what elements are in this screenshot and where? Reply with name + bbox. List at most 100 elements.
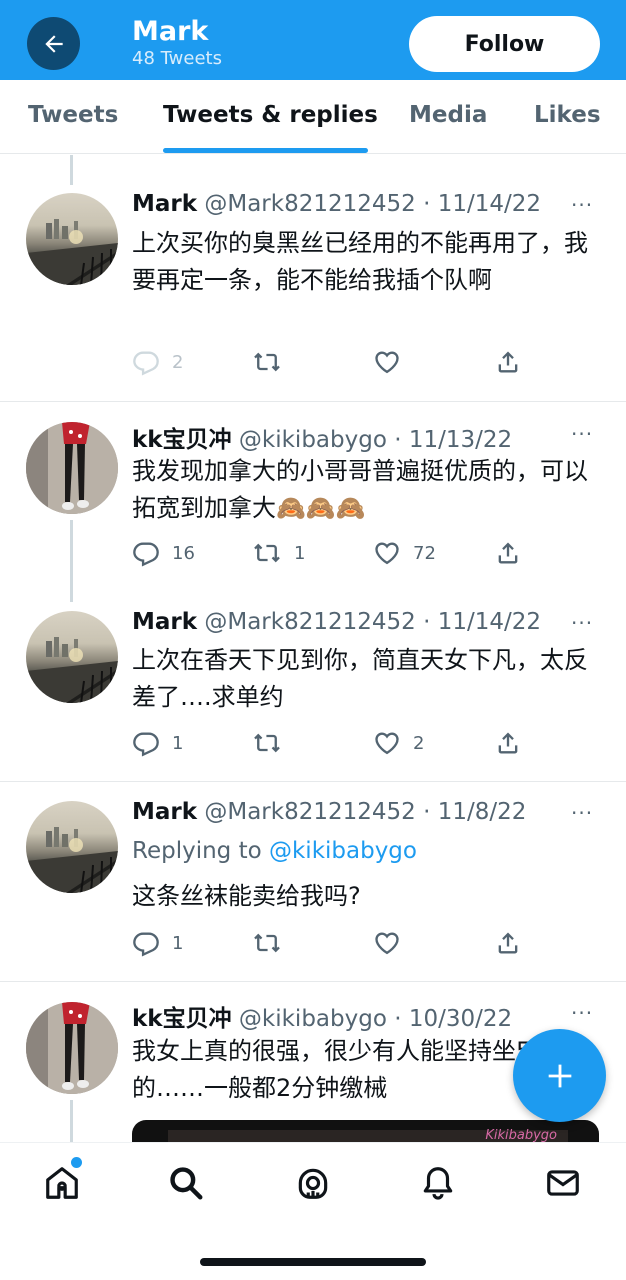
profile-header: Mark 48 Tweets Follow [0, 0, 626, 80]
avatar[interactable] [26, 193, 118, 285]
avatar[interactable] [26, 801, 118, 893]
tab-media[interactable]: Media [409, 102, 487, 128]
like-button[interactable] [373, 348, 401, 376]
retweet-button[interactable] [252, 729, 282, 757]
tweet[interactable]: Mark @Mark821212452 · 11/8/22 ··· Replyi… [0, 782, 626, 982]
like-count: 2 [413, 732, 425, 754]
retweet-icon [254, 733, 280, 753]
tweet-author-name[interactable]: kk宝贝冲 [132, 1006, 232, 1032]
nav-notifications[interactable] [416, 1161, 460, 1205]
tweet-count: 48 Tweets [132, 48, 222, 69]
tweet-text: 这条丝袜能卖给我吗? [132, 882, 361, 910]
tweet[interactable]: kk宝贝冲 @kikibabygo · 11/13/22 ··· 我发现加拿大的… [0, 402, 626, 602]
more-options-icon[interactable]: ··· [571, 193, 593, 217]
avatar[interactable] [26, 422, 118, 514]
retweet-icon [254, 543, 280, 563]
tab-likes[interactable]: Likes [534, 102, 601, 128]
plus-icon [548, 1064, 571, 1087]
tweet-meta: @Mark821212452 · 11/8/22 [204, 799, 527, 825]
reply-count: 16 [172, 542, 195, 564]
tweet[interactable]: Mark @Mark821212452 · 11/14/22 ··· 上次在香天… [0, 592, 626, 782]
tweet-author-name[interactable]: Mark [132, 799, 197, 825]
tab-tweets-and-replies[interactable]: Tweets & replies [163, 102, 378, 128]
arrow-left-icon [44, 34, 63, 53]
retweet-button[interactable]: 1 [252, 539, 305, 567]
reply-icon [133, 542, 159, 567]
reply-icon [133, 351, 159, 376]
share-icon [498, 732, 518, 754]
tweet-actions: 1 2 [132, 729, 532, 759]
retweet-count: 1 [294, 542, 306, 564]
nav-spaces[interactable] [291, 1161, 335, 1205]
tweet-media[interactable]: Kikibabygo [132, 1120, 599, 1144]
share-button[interactable] [494, 539, 522, 567]
messages-icon [547, 1170, 579, 1196]
reply-button[interactable]: 1 [132, 929, 183, 957]
retweet-button[interactable] [252, 348, 282, 376]
home-indicator [200, 1258, 426, 1266]
retweet-button[interactable] [252, 929, 282, 957]
heart-icon [375, 932, 399, 955]
like-count: 72 [413, 542, 436, 564]
share-button[interactable] [494, 729, 522, 757]
avatar-image [26, 219, 118, 285]
reply-button[interactable]: 1 [132, 729, 183, 757]
avatar-image [26, 1002, 118, 1094]
reply-button[interactable]: 16 [132, 539, 195, 567]
avatar-image [26, 827, 118, 893]
more-options-icon[interactable]: ··· [571, 801, 593, 825]
tweet-actions: 2 [132, 348, 532, 378]
home-icon [46, 1167, 78, 1199]
share-icon [498, 932, 518, 954]
tab-tweets[interactable]: Tweets [28, 102, 118, 128]
tweet-author-name[interactable]: kk宝贝冲 [132, 427, 232, 453]
reply-count: 1 [172, 932, 184, 954]
notifications-icon [423, 1167, 453, 1200]
like-button[interactable]: 2 [373, 729, 424, 757]
media-watermark: Kikibabygo [485, 1128, 557, 1143]
like-button[interactable]: 72 [373, 539, 436, 567]
tweet-meta: @Mark821212452 · 11/14/22 [204, 191, 542, 217]
replying-to-label: Replying to @kikibabygo [132, 838, 417, 864]
tweet-text: 我发现加拿大的小哥哥普遍挺优质的，可以拓宽到加拿大🙈🙈🙈 [132, 457, 588, 522]
avatar[interactable] [26, 1002, 118, 1094]
share-icon [498, 351, 518, 373]
share-button[interactable] [494, 348, 522, 376]
tweet-author-name[interactable]: Mark [132, 609, 197, 635]
tweet-text: 上次在香天下见到你，简直天女下凡，太反差了….求单约 [132, 646, 588, 711]
thread-line [70, 155, 73, 185]
tweet-text: 上次买你的臭黑丝已经用的不能再用了，我要再定一条，能不能给我插个队啊 [132, 229, 588, 294]
thread-line [70, 520, 73, 602]
heart-icon [375, 732, 399, 755]
compose-tweet-button[interactable] [513, 1029, 606, 1122]
tweet-author-name[interactable]: Mark [132, 191, 197, 217]
profile-name: Mark [132, 16, 209, 47]
search-icon [170, 1167, 203, 1200]
replying-to-link[interactable]: @kikibabygo [269, 838, 417, 864]
spaces-icon [298, 1168, 328, 1199]
retweet-icon [254, 933, 280, 953]
profile-tabs: Tweets Tweets & replies Media Likes [0, 80, 626, 154]
replying-prefix: Replying to [132, 838, 269, 864]
nav-messages[interactable] [541, 1161, 585, 1205]
more-options-icon[interactable]: ··· [571, 1001, 593, 1025]
reply-icon [133, 932, 159, 957]
tweet-actions: 16 1 72 [132, 539, 532, 569]
avatar[interactable] [26, 611, 118, 703]
back-button[interactable] [27, 17, 80, 70]
follow-button[interactable]: Follow [409, 16, 600, 72]
share-icon [498, 542, 518, 564]
like-button[interactable] [373, 929, 401, 957]
retweet-icon [254, 352, 280, 372]
more-options-icon[interactable]: ··· [571, 611, 593, 635]
more-options-icon[interactable]: ··· [571, 422, 593, 446]
tweet[interactable]: Mark @Mark821212452 · 11/14/22 ··· 上次买你的… [0, 155, 626, 402]
reply-icon [133, 732, 159, 757]
nav-search[interactable] [164, 1161, 208, 1205]
home-notification-dot [71, 1157, 82, 1168]
heart-icon [375, 542, 399, 565]
share-button[interactable] [494, 929, 522, 957]
avatar-image [26, 637, 118, 703]
tweet-meta: @kikibabygo · 10/30/22 [238, 1006, 513, 1032]
reply-button[interactable]: 2 [132, 348, 183, 376]
